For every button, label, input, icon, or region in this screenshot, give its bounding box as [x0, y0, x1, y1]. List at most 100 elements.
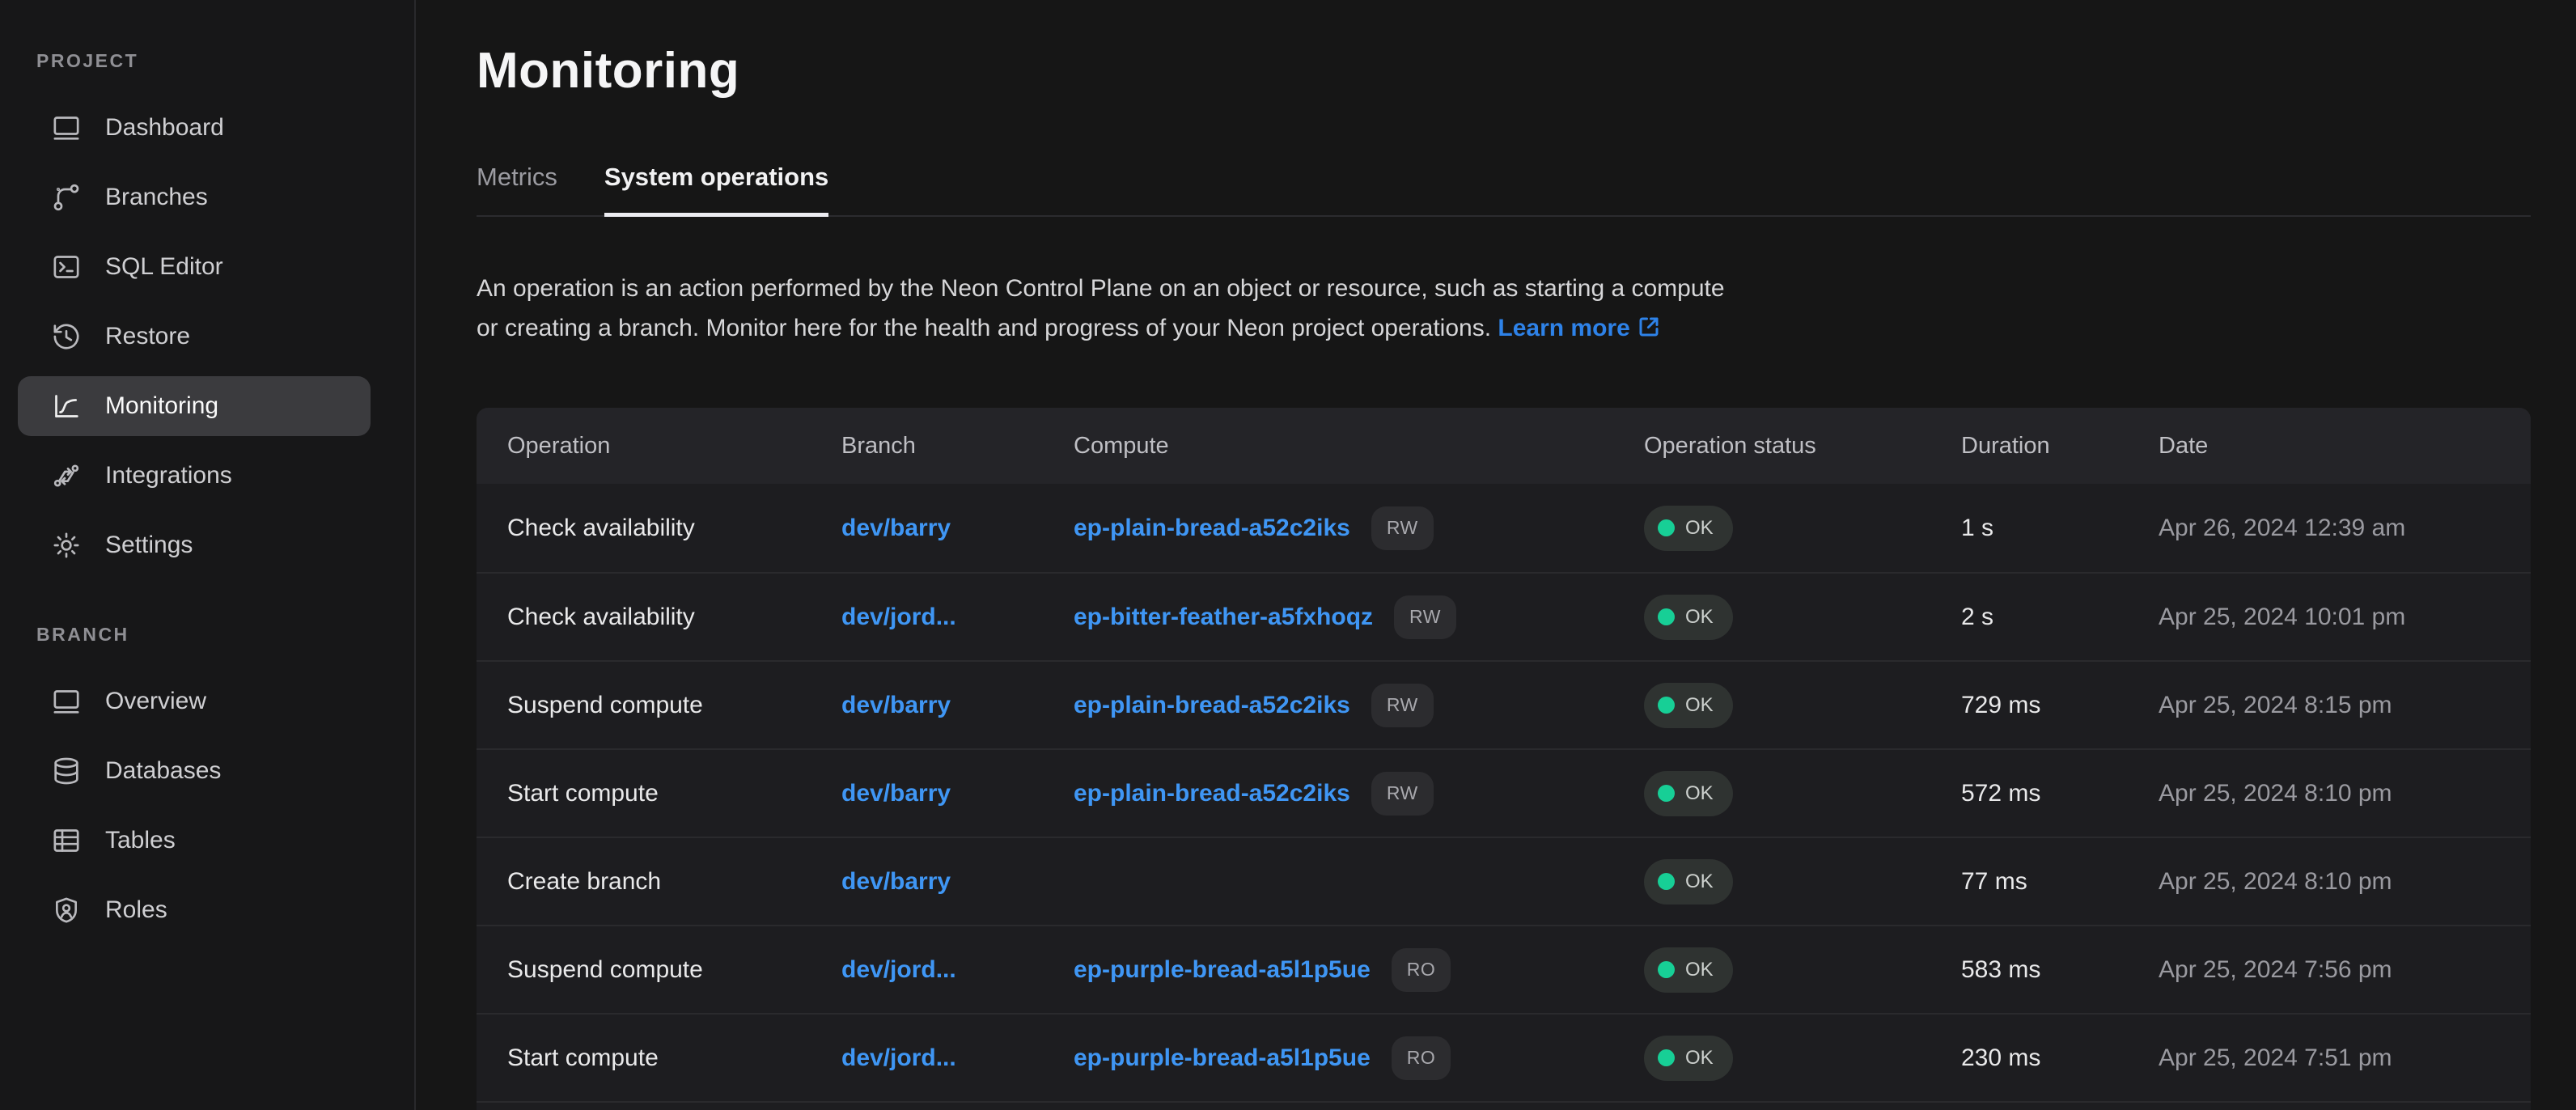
- column-header-branch: Branch: [841, 433, 1074, 460]
- column-header-compute: Compute: [1074, 433, 1644, 460]
- column-header-operation-status: Operation status: [1644, 433, 1961, 460]
- operation-cell: Create branch: [507, 868, 841, 896]
- sidebar-item-tables[interactable]: Tables: [18, 811, 371, 871]
- status-label: OK: [1685, 694, 1714, 717]
- branch-link[interactable]: dev/barry: [841, 868, 951, 895]
- branch-link[interactable]: dev/jord...: [841, 604, 956, 630]
- compute-link[interactable]: ep-bitter-feather-a5fxhoqz: [1074, 604, 1373, 631]
- duration-cell: 2 s: [1961, 604, 2159, 631]
- sidebar-item-roles[interactable]: Roles: [18, 880, 371, 940]
- compute-link[interactable]: ep-plain-bread-a52c2iks: [1074, 515, 1350, 542]
- compute-link[interactable]: ep-purple-bread-a5l1p5ue: [1074, 1044, 1371, 1072]
- date-cell: Apr 25, 2024 8:10 pm: [2159, 868, 2531, 896]
- tab-system-operations[interactable]: System operations: [604, 163, 828, 217]
- date-cell: Apr 25, 2024 8:10 pm: [2159, 780, 2531, 807]
- compute-link[interactable]: ep-plain-bread-a52c2iks: [1074, 780, 1350, 807]
- duration-cell: 1 s: [1961, 515, 2159, 542]
- sidebar-item-settings[interactable]: Settings: [18, 515, 371, 575]
- table-row: Suspend compute dev/barry ep-plain-bread…: [477, 660, 2531, 748]
- sidebar-item-integrations[interactable]: Integrations: [18, 446, 371, 506]
- operation-cell: Start compute: [507, 780, 841, 807]
- sidebar-item-label: Databases: [105, 757, 221, 785]
- status-label: OK: [1685, 606, 1714, 629]
- dashboard-icon: [50, 112, 83, 144]
- description-text: An operation is an action performed by t…: [477, 269, 2531, 348]
- duration-cell: 572 ms: [1961, 780, 2159, 807]
- external-link-icon: [1637, 315, 1661, 339]
- database-icon: [50, 755, 83, 787]
- date-cell: Apr 25, 2024 7:56 pm: [2159, 956, 2531, 984]
- sidebar-section-label: BRANCH: [0, 624, 414, 646]
- user-role-icon: [50, 894, 83, 926]
- sidebar-item-sql-editor[interactable]: SQL Editor: [18, 237, 371, 297]
- table-row: Start compute dev/jord... ep-purple-brea…: [477, 1013, 2531, 1101]
- branch-link[interactable]: dev/jord...: [841, 1044, 956, 1071]
- status-ok-dot-icon: [1658, 519, 1675, 536]
- sidebar-item-restore[interactable]: Restore: [18, 307, 371, 366]
- status-badge: OK: [1644, 859, 1733, 905]
- sidebar-item-label: Branches: [105, 184, 208, 211]
- tab-metrics[interactable]: Metrics: [477, 163, 557, 217]
- main-content: Monitoring Metrics System operations An …: [416, 0, 2576, 1110]
- operation-cell: Suspend compute: [507, 692, 841, 719]
- sidebar-item-monitoring[interactable]: Monitoring: [18, 376, 371, 436]
- sidebar: PROJECT Dashboard Branches SQL Editor Re…: [0, 0, 416, 1110]
- table-row: Start compute dev/barry ep-plain-bread-a…: [477, 748, 2531, 837]
- operation-cell: Check availability: [507, 515, 841, 542]
- date-cell: Apr 25, 2024 8:15 pm: [2159, 692, 2531, 719]
- status-badge: OK: [1644, 683, 1733, 728]
- table-body: Check availability dev/barry ep-plain-br…: [477, 484, 2531, 1101]
- description-line1: An operation is an action performed by t…: [477, 269, 2531, 308]
- duration-cell: 77 ms: [1961, 868, 2159, 896]
- operation-cell: Start compute: [507, 1044, 841, 1072]
- restore-history-icon: [50, 320, 83, 353]
- sidebar-item-databases[interactable]: Databases: [18, 741, 371, 801]
- sidebar-item-label: Tables: [105, 827, 176, 854]
- sidebar-item-branches[interactable]: Branches: [18, 167, 371, 227]
- status-ok-dot-icon: [1658, 608, 1675, 625]
- learn-more-link[interactable]: Learn more: [1498, 315, 1660, 341]
- operation-cell: Check availability: [507, 604, 841, 631]
- duration-cell: 230 ms: [1961, 1044, 2159, 1072]
- integrations-icon: [50, 460, 83, 492]
- sidebar-item-overview[interactable]: Overview: [18, 672, 371, 731]
- table-header-row: Operation Branch Compute Operation statu…: [477, 408, 2531, 484]
- status-badge: OK: [1644, 947, 1733, 993]
- sidebar-item-label: Integrations: [105, 462, 232, 489]
- branch-link[interactable]: dev/barry: [841, 692, 951, 718]
- status-badge: OK: [1644, 506, 1733, 551]
- status-label: OK: [1685, 782, 1714, 805]
- status-badge: OK: [1644, 1036, 1733, 1081]
- status-label: OK: [1685, 959, 1714, 981]
- status-label: OK: [1685, 871, 1714, 893]
- status-ok-dot-icon: [1658, 785, 1675, 802]
- sidebar-item-label: Settings: [105, 532, 193, 559]
- sidebar-item-label: Restore: [105, 323, 190, 350]
- compute-link[interactable]: ep-purple-bread-a5l1p5ue: [1074, 956, 1371, 984]
- status-label: OK: [1685, 1047, 1714, 1070]
- column-header-operation: Operation: [507, 433, 841, 460]
- branch-link[interactable]: dev/barry: [841, 515, 951, 541]
- status-ok-dot-icon: [1658, 961, 1675, 978]
- compute-mode-badge: RW: [1371, 684, 1434, 727]
- operation-cell: Suspend compute: [507, 956, 841, 984]
- sidebar-item-label: Dashboard: [105, 114, 224, 142]
- sidebar-item-dashboard[interactable]: Dashboard: [18, 98, 371, 158]
- branch-link[interactable]: dev/barry: [841, 780, 951, 807]
- overview-window-icon: [50, 685, 83, 718]
- compute-mode-badge: RO: [1392, 948, 1451, 992]
- compute-link[interactable]: ep-plain-bread-a52c2iks: [1074, 692, 1350, 719]
- operations-table: Operation Branch Compute Operation statu…: [477, 408, 2531, 1110]
- table-row: Create branch dev/barry OK 77 ms Apr 25,…: [477, 837, 2531, 925]
- git-branch-icon: [50, 181, 83, 214]
- compute-mode-badge: RW: [1371, 506, 1434, 550]
- status-ok-dot-icon: [1658, 1049, 1675, 1066]
- compute-mode-badge: RW: [1371, 772, 1434, 816]
- gear-icon: [50, 529, 83, 561]
- status-label: OK: [1685, 517, 1714, 540]
- compute-mode-badge: RW: [1394, 595, 1456, 639]
- branch-link[interactable]: dev/jord...: [841, 956, 956, 983]
- monitoring-chart-icon: [50, 390, 83, 422]
- sidebar-item-label: Overview: [105, 688, 206, 715]
- column-header-date: Date: [2159, 433, 2531, 460]
